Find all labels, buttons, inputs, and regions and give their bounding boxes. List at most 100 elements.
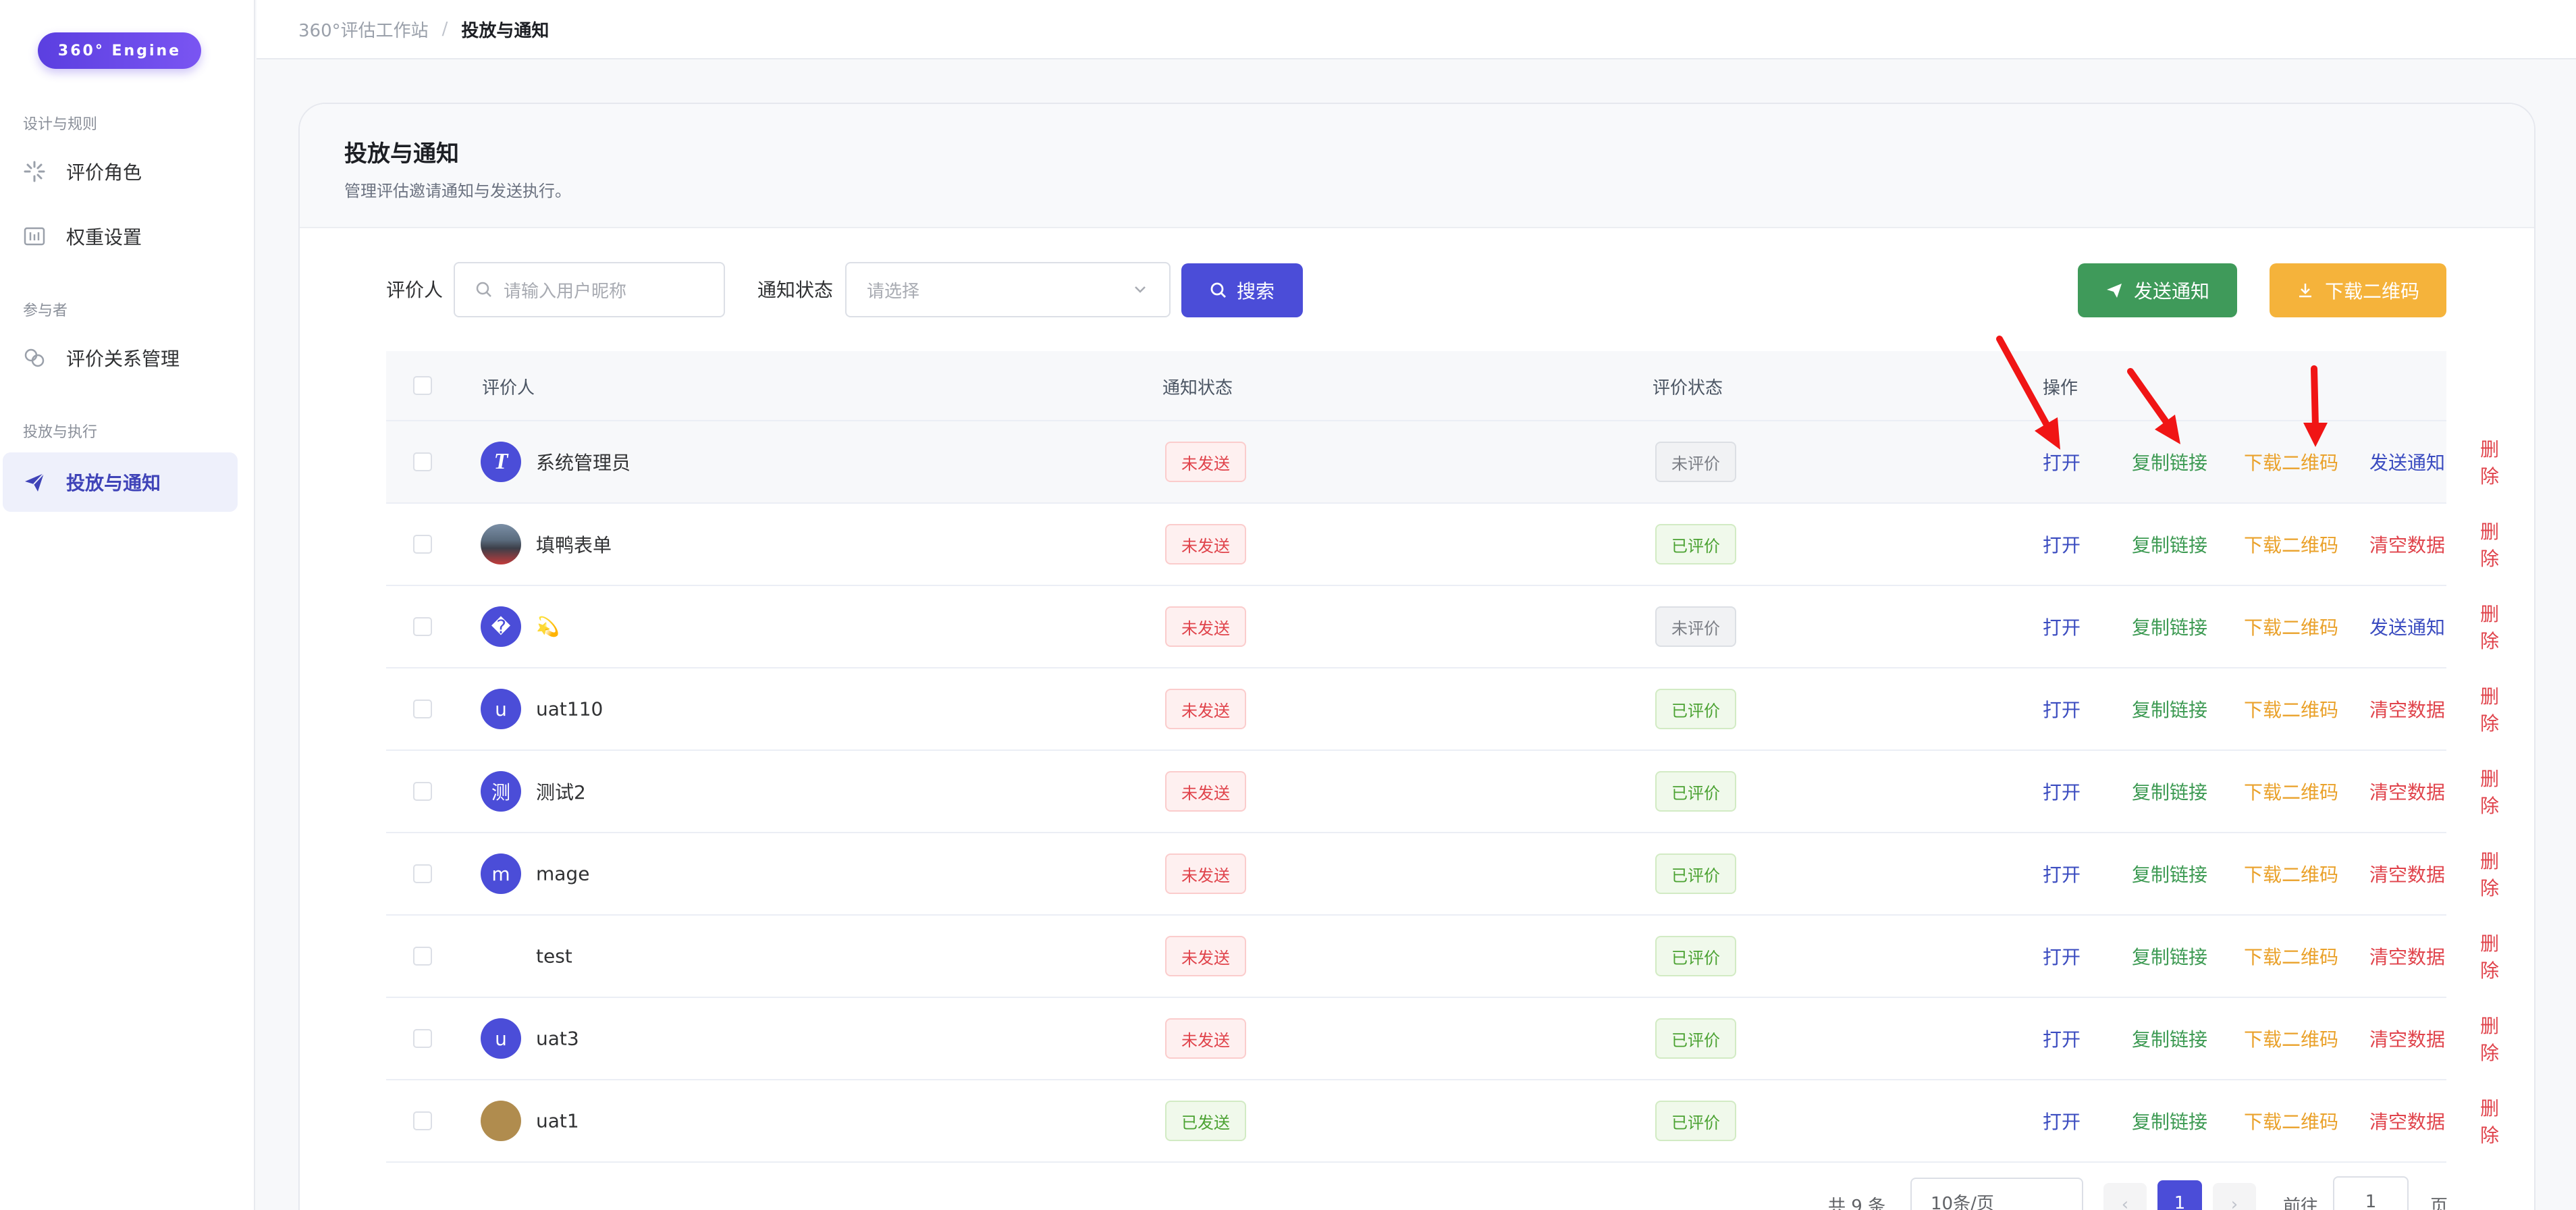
table-row: test 未发送 已评价 打开 复制链接 下载二维码 清空数据 删除 [386,916,2499,998]
delete-link[interactable]: 删除 [2480,929,2499,983]
search-button[interactable]: 搜索 [1181,263,1303,317]
send-icon [22,469,47,495]
delete-link[interactable]: 删除 [2480,517,2499,571]
open-link[interactable]: 打开 [2043,613,2081,640]
notice-status-badge: 未发送 [1165,771,1246,812]
pagination-total: 共 9 条 [1828,1196,1886,1210]
sparkle-loader-icon [22,159,47,184]
eval-status-badge: 已评价 [1655,936,1736,976]
search-button-label: 搜索 [1236,280,1274,302]
download-qr-link[interactable]: 下载二维码 [2244,1025,2338,1052]
page-subtitle: 管理评估邀请通知与发送执行。 [344,182,571,201]
avatar [481,936,521,976]
delete-link[interactable]: 删除 [2480,1094,2499,1148]
copy-link[interactable]: 复制链接 [2132,943,2207,970]
sidebar-item-relations[interactable]: 评价关系管理 [3,328,238,388]
page-size-value: 10条/页 [1931,1193,1994,1210]
open-link[interactable]: 打开 [2043,695,2081,722]
delete-link[interactable]: 删除 [2480,682,2499,736]
breadcrumb-parent[interactable]: 360°评估工作站 [298,17,429,42]
open-link[interactable]: 打开 [2043,943,2081,970]
notice-status-badge: 未发送 [1165,442,1246,482]
row-checkbox[interactable] [413,700,432,718]
notice-status-badge: 未发送 [1165,936,1246,976]
clear-data-link[interactable]: 清空数据 [2369,1025,2445,1052]
row-checkbox[interactable] [413,782,432,801]
clear-data-link[interactable]: 清空数据 [2369,943,2445,970]
reviewer-placeholder: 请输入用户昵称 [504,281,627,302]
download-qr-link[interactable]: 下载二维码 [2244,695,2338,722]
row-checkbox[interactable] [413,452,432,471]
status-select[interactable]: 请选择 [845,262,1171,317]
copy-link[interactable]: 复制链接 [2132,695,2207,722]
row-checkbox[interactable] [413,1029,432,1048]
app-logo[interactable]: 360° Engine [38,32,201,69]
reviewer-name: 填鸭表单 [536,534,612,556]
main-card: 投放与通知 管理评估邀请通知与发送执行。 评价人 请输入用户昵称 通知状态 请选… [298,103,2535,1210]
open-link[interactable]: 打开 [2043,860,2081,887]
download-qr-link[interactable]: 下载二维码 [2244,778,2338,805]
clear-data-link[interactable]: 清空数据 [2369,531,2445,558]
row-checkbox[interactable] [413,535,432,554]
annotation-arrow-copy-link [1996,336,2060,450]
send-notice-link[interactable]: 发送通知 [2369,613,2445,640]
next-page-button[interactable]: › [2213,1183,2256,1210]
download-qr-link[interactable]: 下载二维码 [2244,860,2338,887]
page-title: 投放与通知 [344,140,459,167]
send-notice-link[interactable]: 发送通知 [2369,448,2445,475]
row-checkbox[interactable] [413,864,432,883]
clear-data-link[interactable]: 清空数据 [2369,860,2445,887]
copy-link[interactable]: 复制链接 [2132,613,2207,640]
open-link[interactable]: 打开 [2043,531,2081,558]
reviewer-name: test [536,945,572,968]
download-qr-link[interactable]: 下载二维码 [2244,613,2338,640]
delete-link[interactable]: 删除 [2480,847,2499,901]
reviewer-search-input[interactable]: 请输入用户昵称 [454,262,725,317]
row-checkbox[interactable] [413,947,432,966]
reviewer-name: 💫 [536,615,560,638]
breadcrumb: 360°评估工作站 / 投放与通知 [257,0,2576,59]
clear-data-link[interactable]: 清空数据 [2369,778,2445,805]
open-link[interactable]: 打开 [2043,778,2081,805]
goto-label: 前往 [2283,1196,2319,1210]
goto-page-input[interactable]: 1 [2333,1176,2409,1210]
download-qr-link[interactable]: 下载二维码 [2244,1107,2338,1134]
sidebar-item-roles[interactable]: 评价角色 [3,142,238,201]
annotation-arrow-send-notice [2303,365,2328,447]
copy-link[interactable]: 复制链接 [2132,1107,2207,1134]
open-link[interactable]: 打开 [2043,1107,2081,1134]
avatar: u [481,1018,521,1059]
send-notice-button[interactable]: 发送通知 [2078,263,2237,317]
sidebar-item-label: 评价角色 [66,161,142,184]
delete-link[interactable]: 删除 [2480,600,2499,654]
clear-data-link[interactable]: 清空数据 [2369,695,2445,722]
table-row: 测测试2 未发送 已评价 打开 复制链接 下载二维码 清空数据 删除 [386,751,2499,833]
sidebar-item-delivery[interactable]: 投放与通知 [3,452,238,512]
download-qr-link[interactable]: 下载二维码 [2244,531,2338,558]
eval-status-badge: 已评价 [1655,524,1736,564]
delete-link[interactable]: 删除 [2480,764,2499,818]
copy-link[interactable]: 复制链接 [2132,448,2207,475]
open-link[interactable]: 打开 [2043,1025,2081,1052]
eval-status-badge: 未评价 [1655,606,1736,647]
sidebar-item-weights[interactable]: 权重设置 [3,207,238,266]
clear-data-link[interactable]: 清空数据 [2369,1107,2445,1134]
row-checkbox[interactable] [413,1111,432,1130]
copy-link[interactable]: 复制链接 [2132,778,2207,805]
select-all-checkbox[interactable] [413,376,432,395]
copy-link[interactable]: 复制链接 [2132,860,2207,887]
breadcrumb-current: 投放与通知 [461,20,549,41]
download-qr-link[interactable]: 下载二维码 [2244,448,2338,475]
copy-link[interactable]: 复制链接 [2132,1025,2207,1052]
prev-page-button[interactable]: ‹ [2103,1183,2147,1210]
sliders-icon [22,223,47,249]
delete-link[interactable]: 删除 [2480,435,2499,489]
page-size-select[interactable]: 10条/页 [1910,1178,2083,1210]
delete-link[interactable]: 删除 [2480,1011,2499,1066]
table-row: uat1 已发送 已评价 打开 复制链接 下载二维码 清空数据 删除 [386,1080,2499,1163]
download-qr-link[interactable]: 下载二维码 [2244,943,2338,970]
download-qr-button[interactable]: 下载二维码 [2270,263,2446,317]
row-checkbox[interactable] [413,617,432,636]
current-page[interactable]: 1 [2157,1180,2202,1210]
copy-link[interactable]: 复制链接 [2132,531,2207,558]
